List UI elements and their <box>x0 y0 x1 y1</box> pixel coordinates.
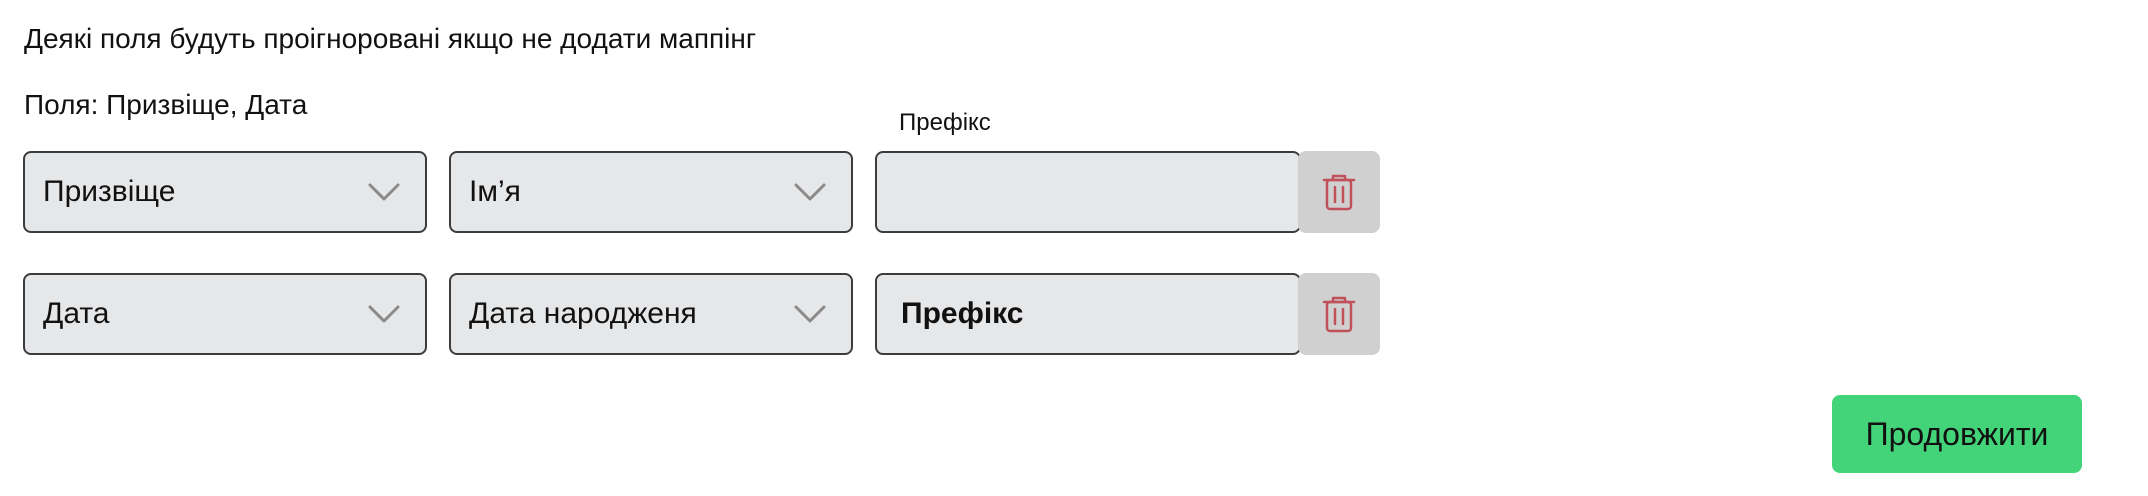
chevron-down-icon <box>794 305 826 323</box>
target-field-select[interactable]: Дата народженя <box>449 273 853 355</box>
mapping-warning-text: Деякі поля будуть проігноровані якщо не … <box>24 23 757 54</box>
chevron-down-icon <box>368 183 400 201</box>
target-field-select[interactable]: Ім’я <box>449 151 853 233</box>
unmapped-fields-text: Поля: Призвіще, Дата <box>24 89 308 120</box>
mapping-row: Призвіще Ім’я <box>0 151 1400 233</box>
source-field-select[interactable]: Призвіще <box>23 151 427 233</box>
delete-row-button[interactable] <box>1298 151 1380 233</box>
target-field-value: Ім’я <box>469 175 521 208</box>
chevron-down-icon <box>368 305 400 323</box>
source-field-select[interactable]: Дата <box>23 273 427 355</box>
source-field-value: Призвіще <box>43 175 176 208</box>
prefix-column-header: Префікс <box>899 109 991 136</box>
chevron-down-icon <box>794 183 826 201</box>
source-field-value: Дата <box>43 297 110 330</box>
continue-button[interactable]: Продовжити <box>1832 395 2082 473</box>
mapping-page: Деякі поля будуть проігноровані якщо не … <box>0 0 2148 496</box>
target-field-value: Дата народженя <box>469 297 697 330</box>
prefix-input[interactable] <box>875 151 1301 233</box>
prefix-input[interactable] <box>875 273 1301 355</box>
mapping-row: Дата Дата народженя <box>0 273 1400 355</box>
trash-icon <box>1322 174 1356 211</box>
delete-row-button[interactable] <box>1298 273 1380 355</box>
trash-icon <box>1322 296 1356 333</box>
